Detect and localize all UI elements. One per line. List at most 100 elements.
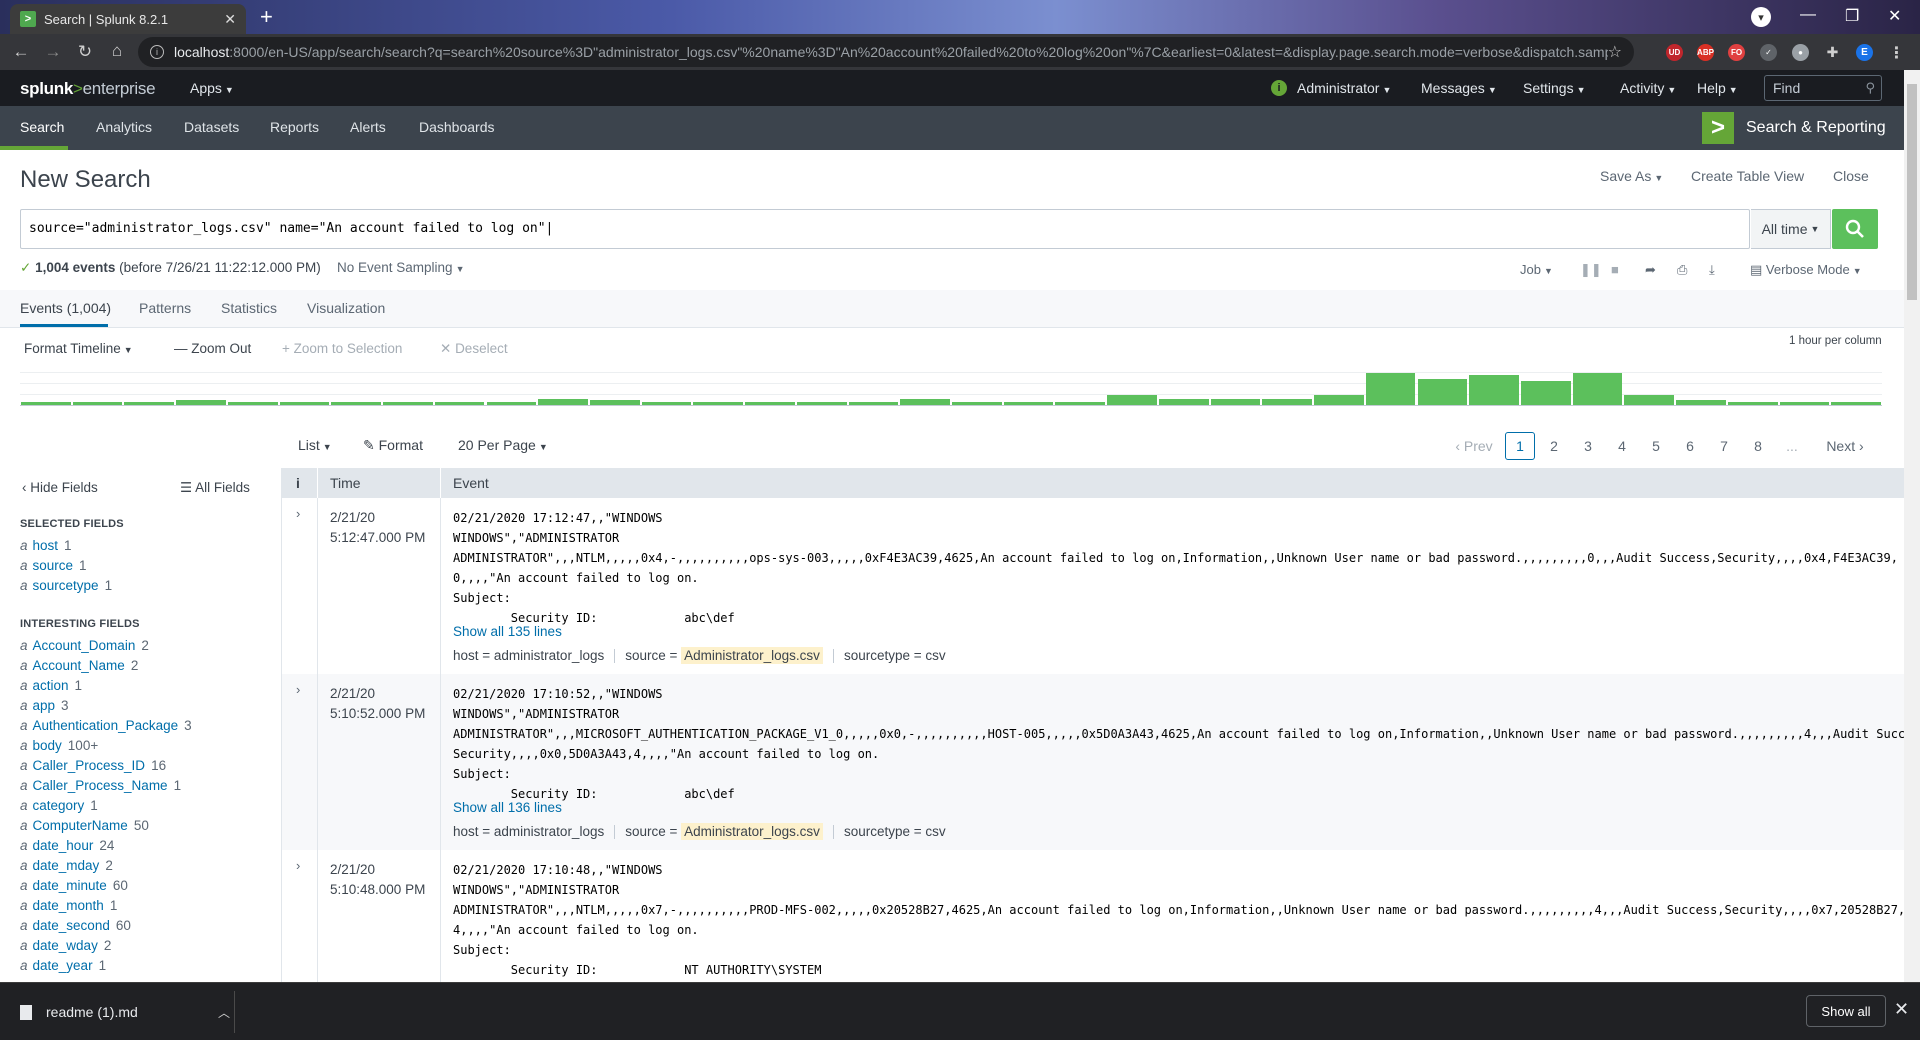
host-value[interactable]: administrator_logs: [494, 648, 604, 663]
timeline-bar[interactable]: [796, 402, 847, 405]
timeline-bar[interactable]: [1727, 402, 1778, 405]
print-icon[interactable]: ⎙: [1677, 262, 1687, 278]
timeline-bar[interactable]: [1572, 373, 1623, 405]
timeline-bar[interactable]: [21, 402, 71, 405]
timeline-bar[interactable]: [1055, 402, 1106, 405]
back-icon[interactable]: ←: [6, 42, 36, 62]
field-action[interactable]: a action 1: [20, 678, 82, 693]
timeline-bar[interactable]: [1365, 373, 1416, 405]
tab-visualization[interactable]: Visualization: [307, 300, 385, 316]
field-name[interactable]: date_wday: [33, 938, 98, 953]
extension-ublock-icon[interactable]: UD: [1666, 44, 1683, 61]
timeline-bar[interactable]: [124, 402, 175, 405]
save-as-menu[interactable]: Save As ▼: [1600, 168, 1663, 184]
sourcetype-value[interactable]: csv: [925, 648, 945, 663]
timeline-bar[interactable]: [486, 402, 537, 405]
field-category[interactable]: a category 1: [20, 798, 98, 813]
create-table-view-link[interactable]: Create Table View: [1691, 168, 1804, 184]
tab-patterns[interactable]: Patterns: [139, 300, 191, 316]
zoom-to-selection-button[interactable]: + Zoom to Selection: [282, 341, 402, 356]
job-menu[interactable]: Job ▼: [1520, 262, 1553, 277]
profile-menu-icon[interactable]: ▾: [1751, 7, 1771, 27]
field-name[interactable]: date_mday: [33, 858, 100, 873]
profile-avatar[interactable]: E: [1856, 44, 1873, 61]
pause-icon[interactable]: ❚❚: [1580, 262, 1602, 278]
download-item[interactable]: readme (1).md ︿: [20, 991, 235, 1033]
host-value[interactable]: administrator_logs: [494, 824, 604, 839]
page-1[interactable]: 1: [1505, 432, 1535, 460]
field-body[interactable]: a body 100+: [20, 738, 98, 753]
new-tab-icon[interactable]: +: [260, 6, 273, 28]
source-value[interactable]: Administrator_logs.csv: [681, 647, 823, 664]
event-time[interactable]: 2/21/20 5:10:48.000 PM: [330, 860, 425, 900]
timeline-bar[interactable]: [434, 402, 485, 405]
event-sampling-menu[interactable]: No Event Sampling ▼: [337, 260, 464, 275]
field-source[interactable]: a source 1: [20, 558, 87, 573]
tab-statistics[interactable]: Statistics: [221, 300, 277, 316]
extension-check-icon[interactable]: ✓: [1760, 44, 1777, 61]
timeline-bar[interactable]: [383, 402, 433, 405]
field-name[interactable]: date_minute: [33, 878, 107, 893]
timeline-bar[interactable]: [900, 399, 950, 405]
timeline-bar[interactable]: [1676, 400, 1726, 405]
search-mode-menu[interactable]: ▤ Verbose Mode ▼: [1750, 262, 1862, 278]
timeline-bar[interactable]: [1624, 395, 1675, 405]
field-date-mday[interactable]: a date_mday 2: [20, 858, 113, 873]
page-4[interactable]: 4: [1605, 438, 1639, 454]
splunk-logo[interactable]: splunk>enterprise: [20, 79, 156, 99]
field-name[interactable]: host: [33, 538, 59, 553]
tab-close-icon[interactable]: ✕: [224, 11, 236, 28]
timeline-bar[interactable]: [1831, 402, 1881, 405]
browser-tab[interactable]: > Search | Splunk 8.2.1 ✕: [10, 4, 246, 34]
timeline-bar[interactable]: [72, 402, 123, 405]
field-date-year[interactable]: a date_year 1: [20, 958, 106, 973]
page-2[interactable]: 2: [1537, 438, 1571, 454]
close-shelf-icon[interactable]: ✕: [1894, 999, 1909, 1020]
page-7[interactable]: 7: [1707, 438, 1741, 454]
field-name[interactable]: sourcetype: [33, 578, 99, 593]
page-3[interactable]: 3: [1571, 438, 1605, 454]
field-host[interactable]: a host 1: [20, 538, 72, 553]
field-date-minute[interactable]: a date_minute 60: [20, 878, 128, 893]
field-date-hour[interactable]: a date_hour 24: [20, 838, 114, 853]
settings-menu[interactable]: Settings ▼: [1523, 80, 1586, 96]
field-caller-process-id[interactable]: a Caller_Process_ID 16: [20, 758, 166, 773]
all-fields-button[interactable]: ☰ All Fields: [180, 480, 250, 496]
timeline-bar[interactable]: [952, 402, 1002, 405]
source-value[interactable]: Administrator_logs.csv: [681, 823, 823, 840]
extension-status-icon[interactable]: ●: [1792, 44, 1809, 61]
browser-menu-icon[interactable]: ⋮: [1888, 44, 1905, 62]
forward-icon[interactable]: →: [38, 42, 68, 62]
field-name[interactable]: date_hour: [33, 838, 94, 853]
home-icon[interactable]: ⌂: [102, 41, 132, 61]
list-view-menu[interactable]: List ▼: [298, 437, 332, 453]
field-name[interactable]: Account_Name: [33, 658, 125, 673]
event-timeline[interactable]: [20, 372, 1882, 406]
scrollbar-thumb[interactable]: [1907, 84, 1917, 300]
timeline-bar[interactable]: [331, 402, 382, 405]
timeline-bar[interactable]: [1779, 402, 1830, 405]
timeline-bar[interactable]: [1210, 399, 1261, 405]
reload-icon[interactable]: ↻: [70, 42, 100, 62]
apps-menu[interactable]: Apps ▼: [190, 80, 234, 96]
restore-icon[interactable]: ❐: [1845, 6, 1859, 26]
time-range-picker[interactable]: All time ▼: [1751, 209, 1831, 249]
timeline-bar[interactable]: [279, 402, 330, 405]
col-time[interactable]: Time: [330, 475, 361, 491]
timeline-bar[interactable]: [1003, 402, 1054, 405]
timeline-bar[interactable]: [1520, 381, 1571, 405]
per-page-menu[interactable]: 20 Per Page ▼: [458, 437, 548, 453]
user-menu[interactable]: Administrator ▼: [1297, 80, 1391, 96]
activity-menu[interactable]: Activity ▼: [1620, 80, 1676, 96]
minimize-icon[interactable]: —: [1800, 6, 1816, 24]
nav-reports[interactable]: Reports: [270, 119, 319, 135]
field-name[interactable]: body: [33, 738, 62, 753]
nav-dashboards[interactable]: Dashboards: [419, 119, 495, 135]
timeline-bar[interactable]: [641, 402, 692, 405]
field-name[interactable]: Account_Domain: [33, 638, 136, 653]
field-account-domain[interactable]: a Account_Domain 2: [20, 638, 149, 653]
page-8[interactable]: 8: [1741, 438, 1775, 454]
nav-search[interactable]: Search: [20, 119, 64, 135]
health-status-icon[interactable]: i: [1271, 80, 1287, 96]
field-date-month[interactable]: a date_month 1: [20, 898, 117, 913]
